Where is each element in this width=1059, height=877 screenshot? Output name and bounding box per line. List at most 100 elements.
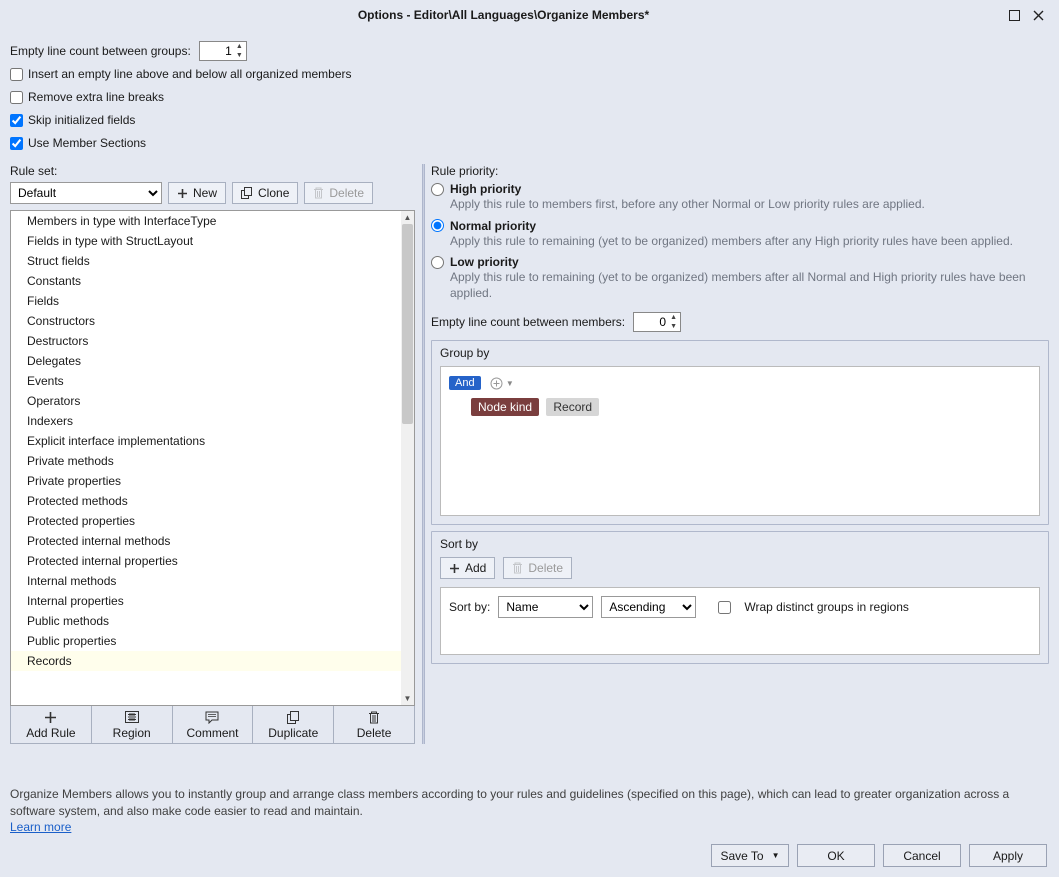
trash-icon <box>368 710 380 725</box>
normal-priority-desc: Apply this rule to remaining (yet to be … <box>450 234 1049 250</box>
high-priority-label: High priority <box>450 182 521 196</box>
delete-sort-button: Delete <box>503 557 572 579</box>
normal-priority-label: Normal priority <box>450 219 536 233</box>
new-button-label: New <box>193 186 217 200</box>
plus-icon <box>449 563 460 574</box>
rule-list-item[interactable]: Fields <box>11 291 401 311</box>
empty-line-groups-label: Empty line count between groups: <box>10 44 191 58</box>
add-rule-label: Add Rule <box>26 726 75 740</box>
duplicate-label: Duplicate <box>268 726 318 740</box>
close-button[interactable] <box>1031 8 1045 22</box>
scrollbar[interactable]: ▲ ▼ <box>401 211 414 705</box>
region-label: Region <box>113 726 151 740</box>
use-member-sections-checkbox[interactable] <box>10 137 23 150</box>
ruleset-label: Rule set: <box>10 164 415 178</box>
rule-list-item[interactable]: Events <box>11 371 401 391</box>
comment-button[interactable]: Comment <box>173 706 254 743</box>
clone-icon <box>241 187 253 199</box>
scroll-up-icon[interactable]: ▲ <box>401 211 414 224</box>
delete-ruleset-label: Delete <box>329 186 364 200</box>
add-sort-button[interactable]: Add <box>440 557 495 579</box>
delete-ruleset-button: Delete <box>304 182 373 204</box>
rule-list-item[interactable]: Public properties <box>11 631 401 651</box>
apply-label: Apply <box>993 849 1023 863</box>
cancel-button[interactable]: Cancel <box>883 844 961 867</box>
rule-list-item[interactable]: Protected internal properties <box>11 551 401 571</box>
rule-list-item[interactable]: Struct fields <box>11 251 401 271</box>
low-priority-radio[interactable] <box>431 256 444 269</box>
new-button[interactable]: New <box>168 182 226 204</box>
rule-list-item[interactable]: Explicit interface implementations <box>11 431 401 451</box>
rules-listbox[interactable]: Members in type with InterfaceTypeFields… <box>10 210 415 706</box>
spinner-down-icon[interactable]: ▼ <box>234 51 245 60</box>
normal-priority-radio[interactable] <box>431 219 444 232</box>
insert-empty-checkbox[interactable] <box>10 68 23 81</box>
add-rule-button[interactable]: Add Rule <box>11 706 92 743</box>
rule-list-item[interactable]: Members in type with InterfaceType <box>11 211 401 231</box>
sortby-field-label: Sort by: <box>449 600 490 614</box>
and-chip[interactable]: And <box>449 376 481 390</box>
duplicate-button[interactable]: Duplicate <box>253 706 334 743</box>
add-sort-label: Add <box>465 561 486 575</box>
rule-list-item[interactable]: Private methods <box>11 451 401 471</box>
wrap-regions-label: Wrap distinct groups in regions <box>744 600 909 614</box>
trash-icon <box>512 562 523 574</box>
rule-list-item[interactable]: Private properties <box>11 471 401 491</box>
rule-list-item[interactable]: Internal properties <box>11 591 401 611</box>
region-icon <box>125 710 139 725</box>
ok-button[interactable]: OK <box>797 844 875 867</box>
ruleset-select[interactable]: Default <box>10 182 162 204</box>
clone-button[interactable]: Clone <box>232 182 298 204</box>
delete-rule-button[interactable]: Delete <box>334 706 414 743</box>
rule-list-item[interactable]: Records <box>11 651 401 671</box>
sort-by-title: Sort by <box>432 532 1048 551</box>
rule-list-item[interactable]: Constants <box>11 271 401 291</box>
spinner-down-icon[interactable]: ▼ <box>668 322 679 331</box>
plus-icon <box>44 710 57 725</box>
save-to-button[interactable]: Save To ▼ <box>711 844 789 867</box>
plus-icon <box>177 188 188 199</box>
scroll-down-icon[interactable]: ▼ <box>401 692 414 705</box>
rule-list-item[interactable]: Operators <box>11 391 401 411</box>
rule-list-item[interactable]: Fields in type with StructLayout <box>11 231 401 251</box>
skip-initialized-checkbox[interactable] <box>10 114 23 127</box>
delete-sort-label: Delete <box>528 561 563 575</box>
rule-list-item[interactable]: Protected methods <box>11 491 401 511</box>
duplicate-icon <box>287 710 300 725</box>
rule-list-item[interactable]: Protected internal methods <box>11 531 401 551</box>
maximize-button[interactable] <box>1007 8 1021 22</box>
spinner-up-icon[interactable]: ▲ <box>234 42 245 51</box>
wrap-regions-checkbox[interactable] <box>718 601 731 614</box>
rule-list-item[interactable]: Constructors <box>11 311 401 331</box>
footer-text: Organize Members allows you to instantly… <box>10 787 1009 817</box>
record-chip[interactable]: Record <box>546 398 599 416</box>
spinner-up-icon[interactable]: ▲ <box>668 313 679 322</box>
low-priority-label: Low priority <box>450 255 519 269</box>
remove-extra-label: Remove extra line breaks <box>28 90 164 104</box>
rule-list-item[interactable]: Public methods <box>11 611 401 631</box>
rule-list-item[interactable]: Internal methods <box>11 571 401 591</box>
sortby-direction-select[interactable]: Ascending <box>601 596 696 618</box>
empty-between-members-label: Empty line count between members: <box>431 315 625 329</box>
scroll-thumb[interactable] <box>402 224 413 424</box>
node-kind-chip[interactable]: Node kind <box>471 398 539 416</box>
apply-button[interactable]: Apply <box>969 844 1047 867</box>
rule-list-item[interactable]: Indexers <box>11 411 401 431</box>
rule-list-item[interactable]: Protected properties <box>11 511 401 531</box>
learn-more-link[interactable]: Learn more <box>10 820 71 834</box>
cancel-label: Cancel <box>903 849 940 863</box>
sortby-field-select[interactable]: Name <box>498 596 593 618</box>
empty-between-members-spinner[interactable]: ▲▼ <box>633 312 681 332</box>
rule-priority-label: Rule priority: <box>431 164 1049 178</box>
save-to-label: Save To <box>720 849 763 863</box>
region-button[interactable]: Region <box>92 706 173 743</box>
rule-list-item[interactable]: Destructors <box>11 331 401 351</box>
high-priority-radio[interactable] <box>431 183 444 196</box>
comment-icon <box>205 710 219 725</box>
empty-line-groups-spinner[interactable]: ▲▼ <box>199 41 247 61</box>
rule-list-item[interactable]: Delegates <box>11 351 401 371</box>
insert-empty-label: Insert an empty line above and below all… <box>28 67 352 81</box>
remove-extra-checkbox[interactable] <box>10 91 23 104</box>
group-by-title: Group by <box>432 341 1048 360</box>
add-condition-button[interactable]: ▼ <box>490 377 514 390</box>
